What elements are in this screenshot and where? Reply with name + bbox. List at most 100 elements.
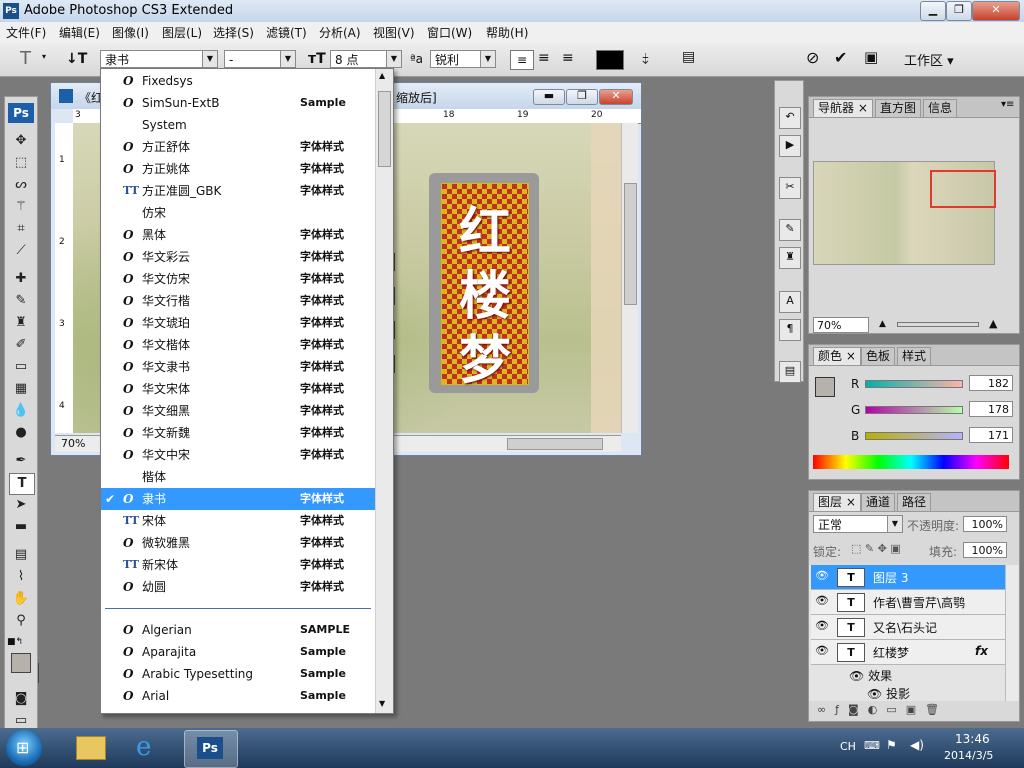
tray-keyboard-icon[interactable]: ⌨ — [864, 739, 880, 752]
brushes-panel-icon[interactable]: ✎ — [779, 219, 801, 241]
tab-info[interactable]: 信息 — [923, 99, 958, 117]
photoshop-taskbar-button[interactable]: Ps — [184, 730, 238, 768]
b-slider[interactable] — [865, 432, 963, 440]
zoom-out-icon[interactable]: ▲ — [879, 319, 886, 329]
layers-scrollbar[interactable] — [1005, 565, 1018, 701]
chevron-down-icon[interactable]: ▼ — [480, 51, 495, 67]
chevron-down-icon[interactable]: ▼ — [386, 51, 401, 67]
volume-icon[interactable]: ◀) — [910, 738, 924, 752]
font-list-item[interactable]: O 幼圆 字体样式 — [101, 576, 375, 598]
menu-window[interactable]: 窗口(W) — [427, 24, 472, 41]
marquee-tool-icon[interactable]: ⬚ — [9, 153, 33, 173]
font-list-item[interactable]: O Arabic Typesetting Sample — [101, 663, 375, 685]
dodge-tool-icon[interactable]: ● — [9, 423, 33, 443]
character-panel-icon[interactable]: ▤ — [682, 49, 695, 65]
doc-close-button[interactable]: ✕ — [599, 89, 633, 105]
history-brush-icon[interactable]: ✐ — [9, 335, 33, 355]
tab-swatches[interactable]: 色板 — [861, 347, 896, 365]
ie-taskbar-button[interactable]: e — [124, 730, 176, 766]
blend-mode-select[interactable]: 正常 ▼ — [813, 515, 903, 533]
text-color-swatch[interactable] — [596, 50, 624, 70]
tab-styles[interactable]: 样式 — [897, 347, 932, 365]
font-list-item[interactable]: O 华文琥珀 字体样式 — [101, 312, 375, 334]
tab-navigator[interactable]: 导航器 × — [813, 99, 873, 117]
menu-file[interactable]: 文件(F) — [6, 24, 46, 41]
font-list-item[interactable]: O 黑体 字体样式 — [101, 224, 375, 246]
workspace-button[interactable]: 工作区 ▾ — [904, 50, 954, 69]
camera-icon[interactable]: ▣ — [864, 48, 878, 66]
eraser-tool-icon[interactable]: ▭ — [9, 357, 33, 377]
navigator-thumbnail[interactable] — [813, 161, 996, 265]
fill-value[interactable]: 100% — [963, 542, 1007, 558]
font-list-item[interactable]: O 华文彩云 字体样式 — [101, 246, 375, 268]
font-list-item[interactable]: TT 新宋体 字体样式 — [101, 554, 375, 576]
move-tool-icon[interactable]: ✥ — [9, 131, 33, 151]
healing-brush-icon[interactable]: ✚ — [9, 269, 33, 289]
eye-icon[interactable]: 👁 — [815, 619, 829, 632]
zoom-slider[interactable] — [897, 322, 979, 327]
tool-presets-icon[interactable]: ✂ — [779, 177, 801, 199]
chevron-down-icon[interactable]: ▼ — [887, 516, 902, 532]
align-center-button[interactable]: ≡ — [538, 50, 550, 66]
font-list-item[interactable]: O 微软雅黑 字体样式 — [101, 532, 375, 554]
zoom-in-icon[interactable]: ▲ — [989, 317, 997, 330]
menu-analysis[interactable]: 分析(A) — [319, 24, 361, 41]
font-list-item[interactable]: O 华文新魏 字体样式 — [101, 422, 375, 444]
layer-comps-icon[interactable]: ▤ — [779, 361, 801, 383]
layer-row[interactable]: 👁 T 又名\石头记 — [811, 615, 1009, 640]
menu-edit[interactable]: 编辑(E) — [59, 24, 100, 41]
close-icon[interactable]: × — [846, 349, 856, 363]
doc-restore-button[interactable]: ❐ — [566, 89, 598, 105]
commit-check-icon[interactable]: ✔ — [834, 48, 847, 67]
close-button[interactable]: ✕ — [972, 1, 1020, 21]
tab-paths[interactable]: 路径 — [897, 493, 932, 511]
font-list-item[interactable]: O Fixedsys — [101, 70, 375, 92]
view-box[interactable] — [930, 170, 996, 208]
action-center-icon[interactable]: ⚑ — [886, 738, 897, 752]
font-list-item[interactable]: O Arial Sample — [101, 685, 375, 707]
gradient-tool-icon[interactable]: ▦ — [9, 379, 33, 399]
font-list-item[interactable]: O 华文中宋 字体样式 — [101, 444, 375, 466]
eyedropper-tool-icon[interactable]: ⌇ — [9, 567, 33, 587]
layer-row[interactable]: 👁 T 图层 3 — [811, 565, 1009, 590]
font-list-item[interactable]: O 华文细黑 字体样式 — [101, 400, 375, 422]
fx-icon[interactable]: fx — [975, 644, 988, 658]
preset-dropdown-icon[interactable]: ▾ — [42, 52, 46, 61]
restore-button[interactable]: ❐ — [946, 1, 972, 21]
font-list-item[interactable]: O 华文仿宋 字体样式 — [101, 268, 375, 290]
b-value[interactable]: 171 — [969, 427, 1013, 443]
minimize-button[interactable]: ▁ — [920, 1, 946, 21]
magic-wand-icon[interactable]: ⚚ — [9, 197, 33, 217]
paragraph-panel-icon[interactable]: ¶ — [779, 319, 801, 341]
font-list-item[interactable]: TT 宋体 字体样式 — [101, 510, 375, 532]
font-style-select[interactable]: - ▼ — [224, 50, 296, 68]
shape-tool-icon[interactable]: ▬ — [9, 517, 33, 537]
r-value[interactable]: 182 — [969, 375, 1013, 391]
layer-row[interactable]: 👁 T 红楼梦 fx — [811, 640, 1009, 665]
slice-tool-icon[interactable]: ⟋ — [9, 241, 33, 261]
font-size-select[interactable]: 8 点 ▼ — [330, 50, 402, 68]
tab-channels[interactable]: 通道 — [861, 493, 896, 511]
doc-horizontal-scroll-thumb[interactable] — [507, 438, 603, 450]
lock-icons[interactable]: ⬚ ✎ ✥ ▣ — [851, 542, 901, 555]
type-tool-preset-icon[interactable]: T — [20, 48, 31, 69]
font-list-item[interactable]: O 华文宋体 字体样式 — [101, 378, 375, 400]
font-family-select[interactable]: 隶书 ▼ — [100, 50, 218, 68]
close-icon[interactable]: × — [846, 495, 856, 509]
close-icon[interactable]: × — [858, 101, 868, 115]
font-list-item[interactable]: TT 方正准圆_GBK 字体样式 — [101, 180, 375, 202]
hand-tool-icon[interactable]: ✋ — [9, 589, 33, 609]
eye-icon[interactable]: 👁 — [815, 644, 829, 657]
menu-help[interactable]: 帮助(H) — [486, 24, 528, 41]
panel-menu-icon[interactable]: ▾≡ — [1001, 99, 1014, 110]
font-list-item[interactable]: ✔ O 隶书 字体样式 — [101, 488, 375, 510]
font-list-item[interactable]: O SimSun-ExtB Sample — [101, 92, 375, 114]
eye-icon[interactable]: 👁 — [849, 669, 864, 683]
font-list-scroll-thumb[interactable] — [378, 91, 391, 167]
font-list-item[interactable]: 楷体 — [101, 466, 375, 488]
font-list-item[interactable]: 仿宋 — [101, 202, 375, 224]
tab-color[interactable]: 颜色 × — [813, 347, 861, 365]
color-panel-foreground-swatch[interactable] — [815, 377, 835, 397]
font-list-item[interactable]: O 华文隶书 字体样式 — [101, 356, 375, 378]
chevron-down-icon[interactable]: ▼ — [202, 51, 217, 67]
